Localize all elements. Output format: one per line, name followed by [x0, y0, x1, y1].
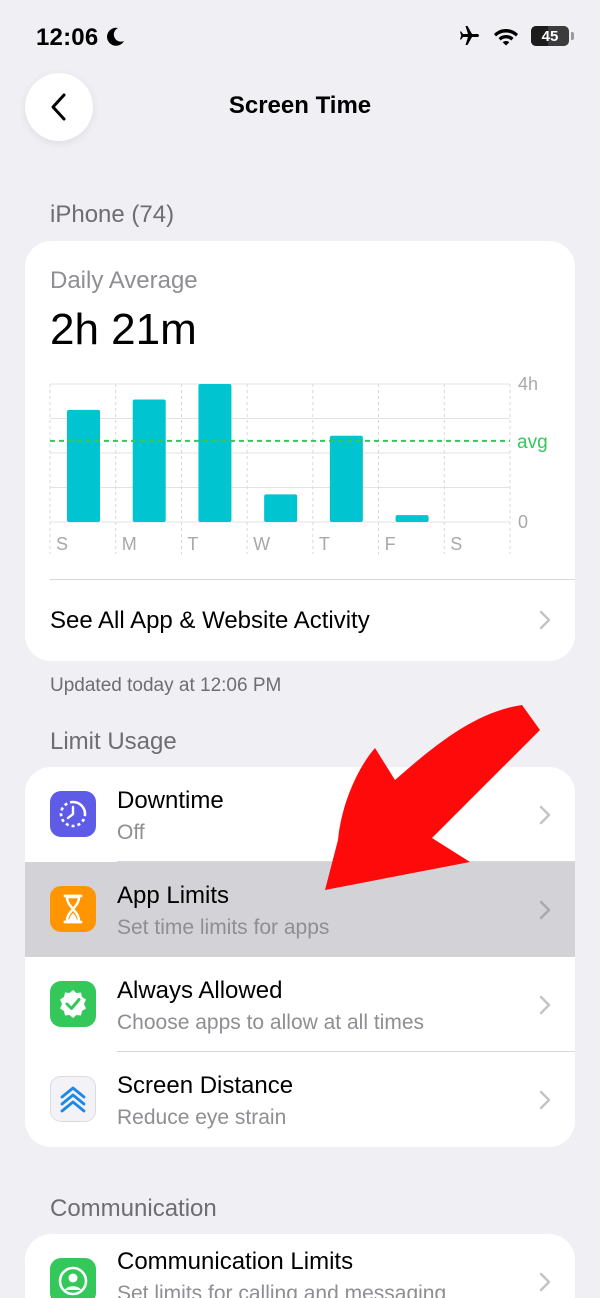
communication-card: Communication Limits Set limits for call… [25, 1234, 575, 1298]
y-tick-label: 4h [518, 374, 538, 394]
downtime-row[interactable]: Downtime Off [25, 767, 575, 862]
limit-usage-card: Downtime Off App Limits Set time limits … [25, 767, 575, 1147]
always-allowed-row[interactable]: Always Allowed Choose apps to allow at a… [25, 957, 575, 1052]
row-title: Downtime [117, 787, 224, 814]
chevron-right-icon [539, 1090, 551, 1110]
page-title: Screen Time [228, 92, 372, 119]
x-tick-label: T [319, 534, 330, 554]
communication-header: Communication [50, 1195, 217, 1222]
communication-limits-row[interactable]: Communication Limits Set limits for call… [25, 1234, 575, 1298]
x-tick-label: W [253, 534, 270, 554]
battery-icon: 45 [531, 26, 569, 46]
row-subtitle: Off [117, 821, 145, 844]
row-subtitle: Choose apps to allow at all times [117, 1011, 424, 1034]
row-subtitle: Set limits for calling and messaging [117, 1282, 447, 1298]
x-tick-label: S [450, 534, 462, 554]
x-tick-label: T [187, 534, 198, 554]
hourglass-icon [50, 886, 96, 932]
moon-icon [107, 27, 124, 46]
app-limits-row[interactable]: App Limits Set time limits for apps [25, 862, 575, 957]
y-tick-label: 0 [518, 512, 528, 532]
battery-level: 45 [541, 27, 559, 45]
row-subtitle: Reduce eye strain [117, 1106, 287, 1129]
chevron-right-icon [539, 995, 551, 1015]
chevron-right-icon [539, 610, 551, 630]
chart-bar [198, 384, 232, 522]
airplane-icon [460, 26, 479, 45]
chart-bar [329, 435, 363, 522]
status-time: 12:06 [36, 24, 99, 51]
wifi-icon [494, 29, 518, 46]
battery-tip [571, 32, 574, 40]
chart-bar [264, 494, 298, 522]
chart-bar [67, 409, 100, 522]
row-subtitle: Set time limits for apps [117, 916, 330, 939]
x-tick-label: M [122, 534, 137, 554]
updated-timestamp: Updated today at 12:06 PM [50, 675, 282, 696]
usage-chart[interactable]: avg 4h 0 S M T W T F S [25, 241, 575, 571]
chevron-right-icon [539, 900, 551, 920]
x-tick-label: F [385, 534, 396, 554]
chevron-right-icon [539, 805, 551, 825]
see-all-activity-row[interactable]: See All App & Website Activity [25, 580, 575, 661]
chart-bar [132, 399, 166, 522]
status-icons: 45 [457, 24, 574, 48]
row-title: Communication Limits [117, 1248, 354, 1275]
row-title: Always Allowed [117, 977, 283, 1004]
usage-card: Daily Average 2h 21m avg 4h 0 S M T W T F S See A… [25, 241, 575, 661]
chevron-right-icon [539, 1272, 551, 1292]
status-bar: 12:06 45 [0, 0, 600, 76]
x-tick-label: S [56, 534, 68, 554]
person-circle-icon [50, 1258, 96, 1298]
average-label: avg [517, 432, 548, 453]
device-section-header: iPhone (74) [50, 201, 175, 228]
downtime-icon [50, 791, 96, 837]
chart-bar [395, 515, 429, 522]
row-title: App Limits [117, 882, 230, 909]
checkmark-badge-icon [50, 981, 96, 1027]
row-title: Screen Distance [117, 1072, 294, 1099]
see-all-activity-label: See All App & Website Activity [50, 607, 370, 634]
limit-usage-header: Limit Usage [50, 728, 177, 755]
screen-distance-row[interactable]: Screen Distance Reduce eye strain [25, 1052, 575, 1147]
screen-distance-icon [50, 1076, 96, 1122]
